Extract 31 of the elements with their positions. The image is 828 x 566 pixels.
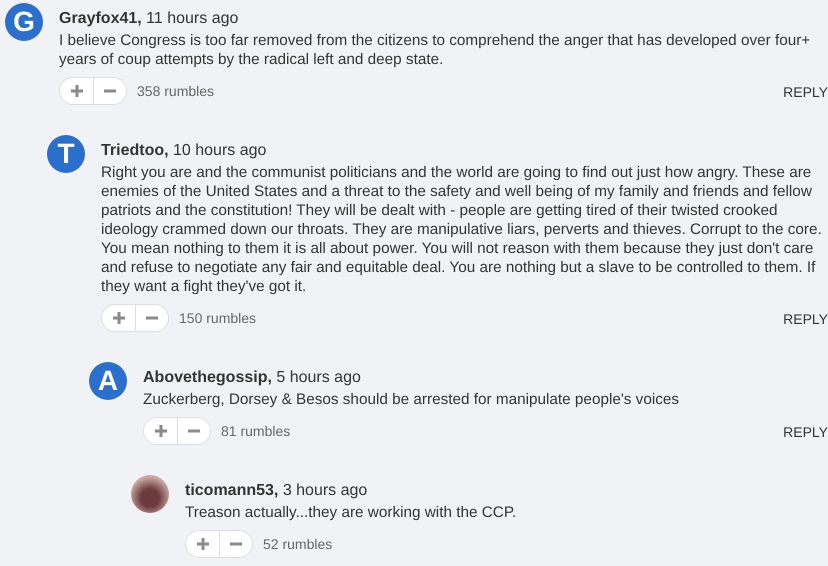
user-avatar: T — [47, 135, 85, 173]
comment-header: ticomann53, 3 hours ago — [185, 481, 368, 501]
downvote-button[interactable] — [93, 78, 126, 104]
downvote-button[interactable] — [135, 305, 168, 331]
minus-icon — [187, 429, 201, 433]
comment-text: Zuckerberg, Dorsey & Besos should be arrested for manipulate people's voices — [143, 390, 680, 409]
comment-text: Right you are and the communist politicians and the world are going to find out just how angry. These are enemies of the United States and a threat to the safety and well being of my family and friends and fellow patriots and the constitution! They will be dealt with - people are getting tired of their twisted crooked ideology crammed down our throats. They are manipulative liars, perverts and thieves. Corrupt to the core. You mean nothing to them it is all about power. You will not reason with them because they just don't care and refuse to negotiate any fair and equitable deal. You are nothing but a slave to be controlled to them. If they want a fight they've got it. — [101, 163, 823, 296]
rumbles-count: 81 rumbles — [221, 423, 290, 439]
comment-text: Treason actually...they are working with the CCP. — [185, 503, 518, 522]
comment-text: I believe Congress is too far removed from the citizens to comprehend the anger that has developed over four+ years of coup attempts by the radical left and deep state. — [59, 31, 812, 69]
minus-icon — [229, 542, 243, 546]
reply-link[interactable]: REPLY — [783, 311, 828, 327]
minus-icon — [103, 89, 117, 93]
comment-header: Grayfox41, 11 hours ago — [59, 9, 240, 29]
plus-icon — [154, 424, 168, 438]
user-avatar: G — [5, 3, 43, 41]
downvote-button[interactable] — [177, 418, 210, 444]
reply-link[interactable]: REPLY — [783, 424, 828, 440]
plus-icon — [196, 537, 210, 551]
user-avatar: A — [89, 362, 127, 400]
comment-header: Triedtoo, 10 hours ago — [101, 141, 268, 161]
comment-header: Abovethegossip, 5 hours ago — [143, 368, 362, 388]
rumbles-count: 52 rumbles — [263, 536, 332, 552]
avatar-photo-placeholder — [131, 475, 169, 513]
plus-icon — [70, 84, 84, 98]
rumbles-count: 150 rumbles — [179, 310, 256, 326]
minus-icon — [145, 316, 159, 320]
downvote-button[interactable] — [219, 531, 252, 557]
rumbles-count: 358 rumbles — [137, 83, 214, 99]
plus-icon — [112, 311, 126, 325]
reply-link[interactable]: REPLY — [783, 84, 828, 100]
